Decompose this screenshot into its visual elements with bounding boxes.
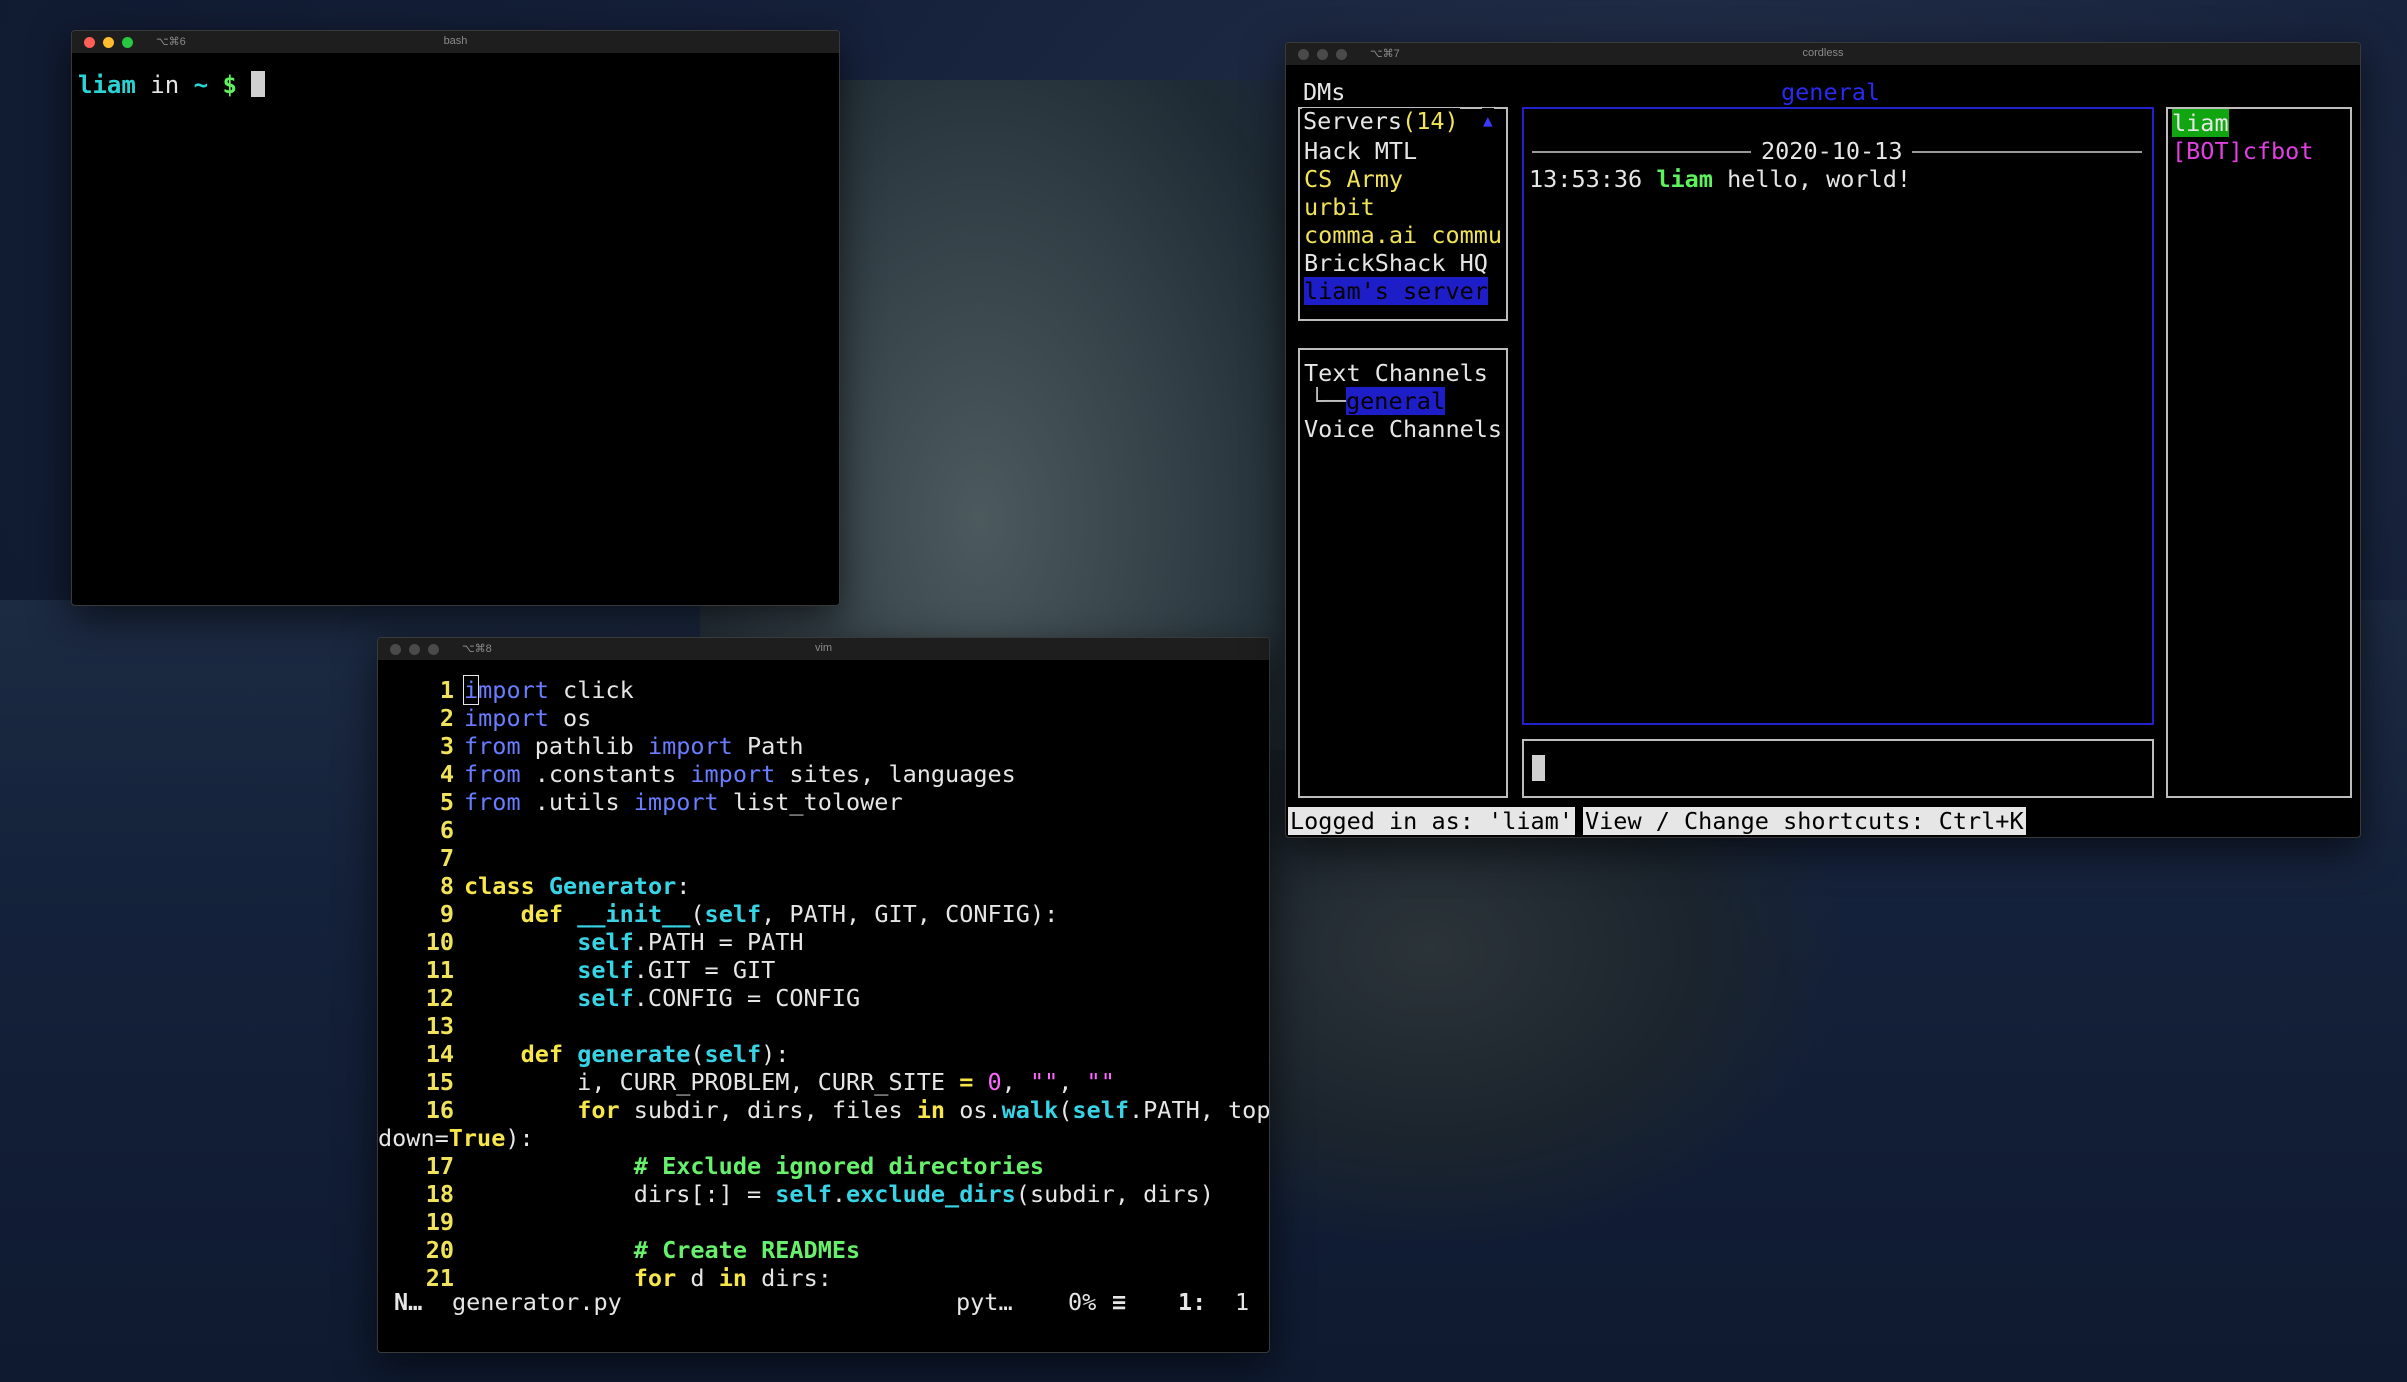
bash-titlebar[interactable]: ⌥⌘6 bash	[72, 31, 839, 53]
window-title: cordless	[1802, 47, 1844, 59]
text-cursor	[251, 71, 266, 97]
vim-terminal-window[interactable]: ⌥⌘8 vim 1 import click 2 import os 3 from p…	[377, 637, 1270, 1353]
vim-statusline: N… generator.py pyt… 0% ≡ 1: 1	[378, 1288, 1269, 1316]
chat-message[interactable]: 13:53:36 liam hello, world!	[1529, 165, 1911, 193]
code-line: 6	[439, 816, 454, 844]
dms-button[interactable]: DMs	[1302, 79, 1347, 105]
prompt-in: in	[135, 71, 194, 99]
code-line: 17 # Exclude ignored directories	[425, 1152, 1045, 1180]
chat-title: general	[1780, 78, 1882, 106]
code-line: 13	[425, 1012, 454, 1040]
message-time: 13:53:36	[1529, 165, 1643, 193]
code-line: 16 for subdir, dirs, files in os.walk(se…	[425, 1096, 1270, 1124]
shortcuts-hint[interactable]: View / Change shortcuts: Ctrl+K	[1583, 807, 2026, 835]
server-item-comma-ai[interactable]: comma.ai commu	[1304, 221, 1502, 249]
code-line: 7	[439, 844, 454, 872]
vim-filename: generator.py	[452, 1288, 622, 1316]
bash-terminal-window[interactable]: ⌥⌘6 bash liam in ~ $	[71, 30, 840, 606]
vim-titlebar[interactable]: ⌥⌘8 vim	[378, 638, 1269, 660]
code-line: 19	[425, 1208, 454, 1236]
users-panel[interactable]	[2166, 107, 2352, 798]
code-line-wrap: down=True):	[378, 1124, 534, 1152]
code-line: 1 import click	[439, 675, 634, 705]
channel-item-general[interactable]: general	[1346, 387, 1446, 415]
code-line: 5 from .utils import list_tolower	[439, 788, 903, 816]
code-line: 9 def __init__(self, PATH, GIT, CONFIG):	[439, 900, 1059, 928]
code-line: 2 import os	[439, 704, 592, 732]
server-item-brickshack[interactable]: BrickShack HQ	[1304, 249, 1488, 277]
vim-col: 1	[1235, 1288, 1250, 1316]
code-editor[interactable]: 1 import click 2 import os 3 from pathlib i…	[378, 675, 1270, 1292]
code-line: 15 i, CURR_PROBLEM, CURR_SITE = 0, "", "…	[425, 1068, 1115, 1096]
vim-mode: N…	[394, 1288, 423, 1316]
server-item-hack-mtl[interactable]: Hack MTL	[1304, 137, 1417, 165]
code-line: 8 class Generator:	[439, 872, 691, 900]
vim-line: 1:	[1178, 1288, 1207, 1316]
window-title: vim	[814, 642, 833, 654]
servers-count: (14)	[1402, 107, 1459, 135]
message-input[interactable]	[1522, 739, 2154, 798]
code-line: 18 dirs[:] = self.exclude_dirs(subdir, d…	[425, 1180, 1214, 1208]
voice-channels-label: Voice Channels	[1304, 415, 1503, 443]
code-line: 4 from .constants import sites, languages	[439, 760, 1016, 788]
server-item-liams-server[interactable]: liam's server	[1304, 277, 1488, 305]
scroll-up-arrow-icon[interactable]: ▲	[1482, 108, 1494, 134]
prompt-dir: ~	[193, 71, 209, 99]
code-line: 14 def generate(self):	[425, 1040, 790, 1068]
server-item-urbit[interactable]: urbit	[1304, 193, 1375, 221]
logged-in-status: Logged in as: 'liam'	[1288, 807, 1575, 835]
message-author[interactable]: liam	[1656, 165, 1713, 193]
shell-prompt[interactable]: liam in ~ $	[78, 71, 266, 99]
text-cursor	[1532, 755, 1545, 781]
vim-percent: 0%	[1068, 1288, 1097, 1316]
cordless-titlebar[interactable]: ⌥⌘7 cordless	[1286, 43, 2360, 65]
server-item-cs-army[interactable]: CS Army	[1304, 165, 1403, 193]
code-line: 10 self.PATH = PATH	[425, 928, 804, 956]
window-title: bash	[443, 35, 468, 47]
date-separator: 2020-10-13	[1751, 137, 1913, 165]
servers-header: Servers(14)	[1302, 108, 1460, 134]
servers-label: Servers	[1303, 107, 1403, 135]
code-line: 11 self.GIT = GIT	[425, 956, 776, 984]
text-channels-label: Text Channels	[1304, 359, 1488, 387]
menu-icon: ≡	[1112, 1288, 1127, 1316]
user-item-cfbot[interactable]: [BOT]cfbot	[2172, 137, 2313, 165]
cordless-app: DMs Servers(14) ▲ Hack MTL CS Army urbit…	[1286, 65, 2360, 837]
message-text: hello, world!	[1727, 165, 1912, 193]
prompt-symbol: $	[208, 71, 252, 99]
chat-panel[interactable]	[1522, 107, 2154, 725]
code-line: 3 from pathlib import Path	[439, 732, 804, 760]
code-line: 20 # Create READMEs	[425, 1236, 861, 1264]
prompt-user: liam	[78, 71, 136, 99]
user-item-liam[interactable]: liam	[2172, 109, 2229, 137]
cordless-terminal-window[interactable]: ⌥⌘7 cordless DMs Servers(14) ▲ Hack MTL …	[1285, 42, 2361, 838]
code-line: 12 self.CONFIG = CONFIG	[425, 984, 861, 1012]
vim-filetype: pyt…	[956, 1288, 1013, 1316]
